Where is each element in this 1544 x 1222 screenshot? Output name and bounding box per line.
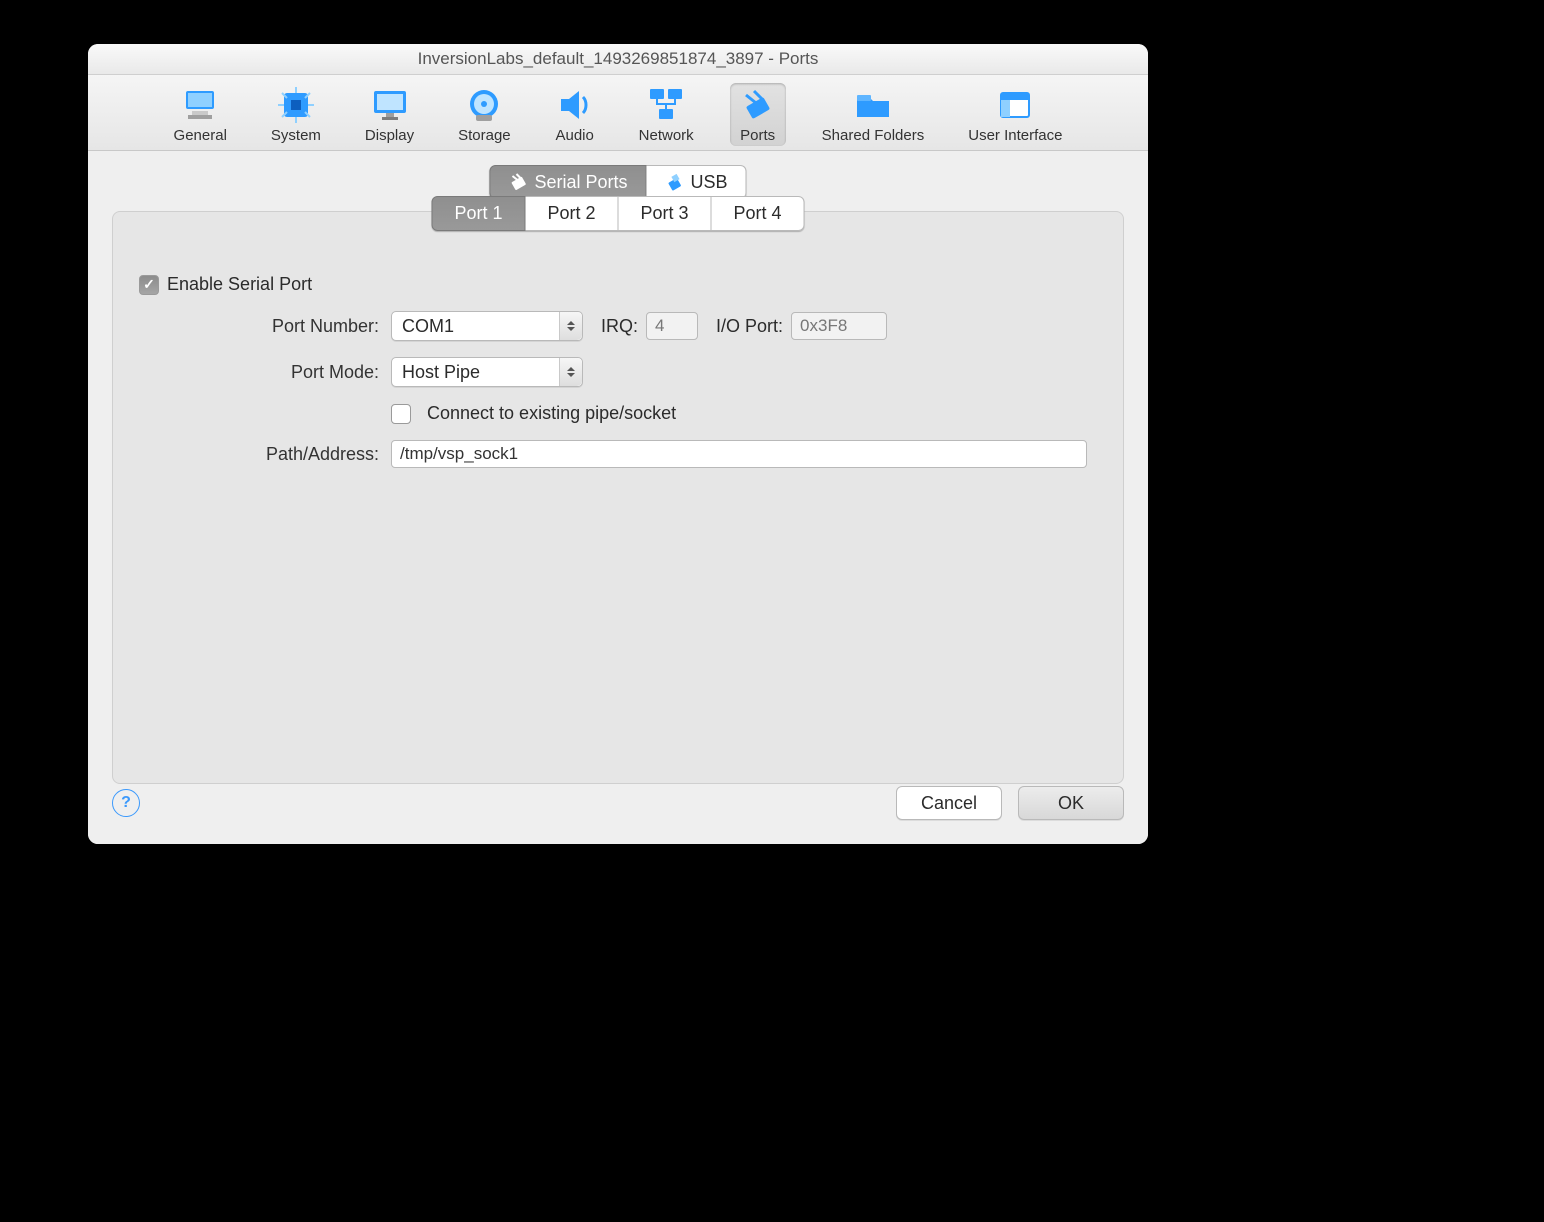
tab-user-interface[interactable]: User Interface bbox=[960, 83, 1070, 146]
speaker-icon bbox=[555, 87, 595, 123]
path-address-label: Path/Address: bbox=[149, 444, 391, 465]
connect-existing-checkbox[interactable] bbox=[391, 404, 411, 424]
disk-icon bbox=[464, 87, 504, 123]
port-tab-2[interactable]: Port 2 bbox=[526, 196, 619, 231]
port-tab-4[interactable]: Port 4 bbox=[712, 196, 805, 231]
dialog-footer: ? Cancel OK bbox=[88, 772, 1148, 844]
tab-label: Network bbox=[639, 127, 694, 144]
tab-general[interactable]: General bbox=[166, 83, 235, 146]
chevron-updown-icon bbox=[559, 358, 582, 386]
subtab-label: Serial Ports bbox=[534, 172, 627, 193]
tab-ports[interactable]: Ports bbox=[730, 83, 786, 146]
cancel-button[interactable]: Cancel bbox=[896, 786, 1002, 820]
irq-label: IRQ: bbox=[601, 316, 638, 337]
port-number-select[interactable]: COM1 bbox=[391, 311, 583, 341]
display-icon bbox=[370, 87, 410, 123]
enable-serial-port-checkbox[interactable] bbox=[139, 275, 159, 295]
subtab-usb[interactable]: USB bbox=[647, 165, 747, 199]
tab-label: User Interface bbox=[968, 127, 1062, 144]
serial-icon bbox=[508, 172, 528, 192]
folder-icon bbox=[853, 87, 893, 123]
port-tabs: Port 1 Port 2 Port 3 Port 4 bbox=[432, 196, 805, 231]
tab-label: System bbox=[271, 127, 321, 144]
path-address-field[interactable] bbox=[391, 440, 1087, 468]
ports-subtabs: Serial Ports USB bbox=[489, 165, 746, 199]
tab-label: Ports bbox=[740, 127, 775, 144]
tab-audio[interactable]: Audio bbox=[547, 83, 603, 146]
tab-label: Shared Folders bbox=[822, 127, 925, 144]
content-area: Serial Ports USB Port 1 Port 2 Port 3 Po… bbox=[88, 151, 1148, 844]
tab-label: Display bbox=[365, 127, 414, 144]
subtab-label: USB bbox=[691, 172, 728, 193]
serial-port-panel: Port 1 Port 2 Port 3 Port 4 Enable Seria… bbox=[112, 211, 1124, 784]
port-mode-select[interactable]: Host Pipe bbox=[391, 357, 583, 387]
help-icon: ? bbox=[121, 794, 131, 812]
tab-label: Storage bbox=[458, 127, 511, 144]
port-number-value: COM1 bbox=[392, 316, 559, 337]
serial-port-form: Enable Serial Port Port Number: COM1 IRQ… bbox=[113, 250, 1123, 468]
section-toolbar: General System Display Storage Audio bbox=[88, 75, 1148, 151]
port-mode-value: Host Pipe bbox=[392, 362, 559, 383]
window-icon bbox=[995, 87, 1035, 123]
ports-icon bbox=[738, 87, 778, 123]
chevron-updown-icon bbox=[559, 312, 582, 340]
tab-shared-folders[interactable]: Shared Folders bbox=[814, 83, 933, 146]
network-icon bbox=[646, 87, 686, 123]
chip-icon bbox=[276, 87, 316, 123]
window-title: InversionLabs_default_1493269851874_3897… bbox=[88, 44, 1148, 75]
enable-serial-port-label: Enable Serial Port bbox=[167, 274, 312, 295]
monitor-icon bbox=[180, 87, 220, 123]
irq-field bbox=[646, 312, 698, 340]
port-number-label: Port Number: bbox=[149, 316, 391, 337]
tab-network[interactable]: Network bbox=[631, 83, 702, 146]
ioport-label: I/O Port: bbox=[716, 316, 783, 337]
port-mode-label: Port Mode: bbox=[149, 362, 391, 383]
tab-label: General bbox=[174, 127, 227, 144]
tab-storage[interactable]: Storage bbox=[450, 83, 519, 146]
ok-button[interactable]: OK bbox=[1018, 786, 1124, 820]
subtab-serial-ports[interactable]: Serial Ports bbox=[489, 165, 646, 199]
tab-system[interactable]: System bbox=[263, 83, 329, 146]
usb-icon bbox=[665, 172, 685, 192]
connect-existing-label: Connect to existing pipe/socket bbox=[427, 403, 676, 424]
settings-window: InversionLabs_default_1493269851874_3897… bbox=[88, 44, 1148, 844]
tab-display[interactable]: Display bbox=[357, 83, 422, 146]
help-button[interactable]: ? bbox=[112, 789, 140, 817]
ioport-field bbox=[791, 312, 887, 340]
port-tab-1[interactable]: Port 1 bbox=[432, 196, 526, 231]
tab-label: Audio bbox=[555, 127, 593, 144]
port-tab-3[interactable]: Port 3 bbox=[619, 196, 712, 231]
